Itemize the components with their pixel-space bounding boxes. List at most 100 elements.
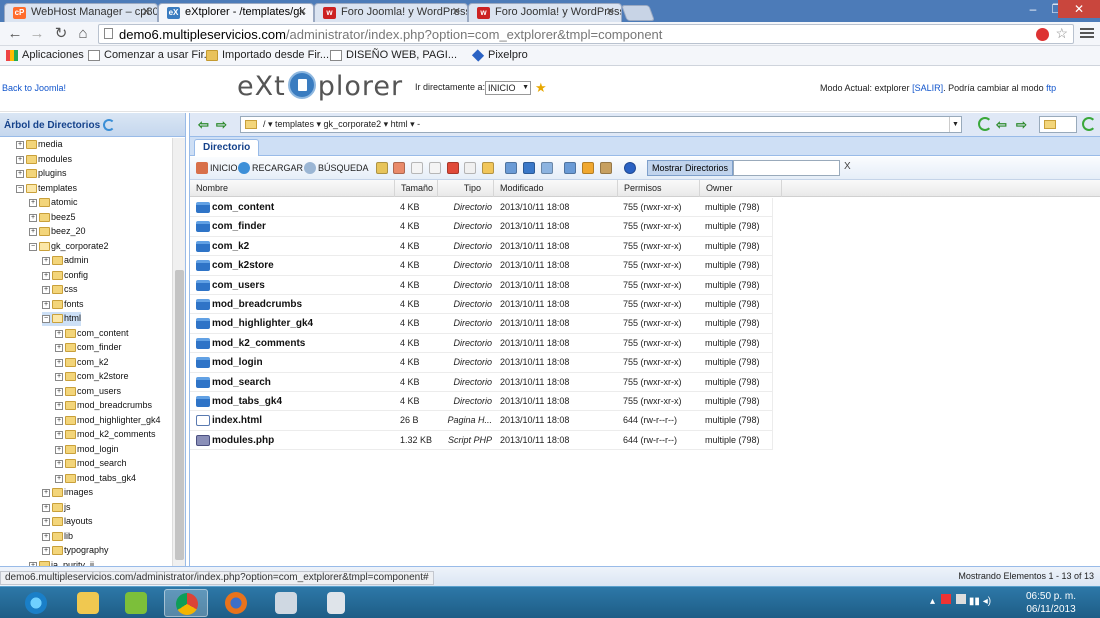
download-icon[interactable]: [523, 162, 535, 174]
tree-node-com-users[interactable]: + com_users: [55, 385, 121, 399]
tree-node-mod-login[interactable]: + mod_login: [55, 443, 119, 457]
side-folder-combo[interactable]: [1039, 116, 1077, 133]
expand-icon[interactable]: +: [42, 532, 50, 541]
network-icon[interactable]: [264, 589, 308, 617]
bookmark-star-icon[interactable]: ☆: [1055, 25, 1068, 42]
scrollbar-thumb[interactable]: [175, 270, 184, 560]
signal-icon[interactable]: ▮▮: [969, 596, 980, 607]
show-directories-button[interactable]: Mostrar Directorios: [647, 160, 734, 176]
calculator-icon[interactable]: [314, 589, 358, 617]
system-tray[interactable]: ▴ ▮▮ ◂): [930, 594, 991, 607]
tree-scrollbar[interactable]: [172, 138, 185, 568]
expand-icon[interactable]: +: [42, 489, 50, 497]
transfer-icon[interactable]: [564, 162, 576, 174]
home-icon[interactable]: ⌂: [74, 25, 92, 43]
table-row[interactable]: mod_login 4 KB Directorio 2013/10/11 18:08 7…: [190, 353, 773, 373]
expand-icon[interactable]: +: [42, 503, 50, 512]
column-header-size[interactable]: Tamaño: [395, 180, 438, 197]
forward-arrow-icon[interactable]: →: [28, 25, 46, 43]
column-header-owner[interactable]: Owner: [700, 180, 782, 197]
column-header-name[interactable]: Nombre: [190, 180, 395, 197]
expand-icon[interactable]: +: [55, 387, 63, 396]
tree-node-css[interactable]: + css: [42, 283, 78, 297]
archive-icon[interactable]: [582, 162, 594, 174]
chrome-icon[interactable]: [164, 589, 208, 617]
tree-node-mod-highlighter-gk4[interactable]: + mod_highlighter_gk4: [55, 414, 161, 428]
collapse-icon[interactable]: −: [16, 184, 24, 193]
tree-node-fonts[interactable]: + fonts: [42, 298, 84, 312]
home-button[interactable]: INICIO: [196, 161, 238, 175]
move-icon[interactable]: [429, 162, 441, 174]
table-row[interactable]: mod_tabs_gk4 4 KB Directorio 2013/10/11 18:…: [190, 391, 773, 412]
help-icon[interactable]: [624, 162, 636, 174]
tree-node-beez5[interactable]: + beez5: [29, 211, 76, 225]
table-row[interactable]: mod_highlighter_gk4 4 KB Directorio 2013/10…: [190, 314, 773, 334]
chevron-down-icon[interactable]: ▼: [949, 117, 961, 132]
expand-icon[interactable]: +: [55, 402, 63, 410]
wordpad-icon[interactable]: [114, 589, 158, 617]
tree-node-config[interactable]: + config: [42, 269, 88, 283]
browser-tab-whm[interactable]: cP WebHost Manager – cp80 ✕: [4, 3, 158, 22]
address-bar[interactable]: demo6.multipleservicios.com/administrato…: [98, 24, 1074, 44]
extract-icon[interactable]: [600, 162, 612, 174]
tree-node-mod-k2-comments[interactable]: + mod_k2_comments: [55, 428, 156, 442]
goto-select[interactable]: INICIO ▼: [485, 81, 531, 95]
expand-icon[interactable]: +: [55, 358, 63, 367]
forward-green-arrow-icon[interactable]: ⇨: [216, 117, 227, 133]
expand-icon[interactable]: +: [55, 329, 63, 338]
view-icon[interactable]: [505, 162, 517, 174]
expand-icon[interactable]: +: [55, 373, 63, 381]
tree-node-layouts[interactable]: + layouts: [42, 515, 93, 529]
expand-icon[interactable]: +: [29, 213, 37, 222]
expand-icon[interactable]: +: [29, 199, 37, 207]
expand-icon[interactable]: +: [42, 286, 50, 294]
tree-node-mod-tabs-gk4[interactable]: + mod_tabs_gk4: [55, 472, 136, 486]
tree-node-com-finder[interactable]: + com_finder: [55, 341, 122, 355]
bookmark-comenzar[interactable]: Comenzar a usar Fir...: [88, 49, 213, 61]
tray-window-icon[interactable]: [956, 594, 967, 604]
taskbar-clock[interactable]: 06:50 p. m. 06/11/2013: [1026, 590, 1076, 616]
table-row[interactable]: modules.php 1.32 KB Script PHP 2013/10/11 1…: [190, 430, 773, 451]
tree-node-mod-search[interactable]: + mod_search: [55, 457, 127, 471]
back-green-arrow-icon[interactable]: ⇦: [996, 117, 1007, 133]
reload-button[interactable]: RECARGAR: [238, 161, 303, 175]
expand-icon[interactable]: +: [16, 170, 24, 178]
tree-node-com-k2store[interactable]: + com_k2store: [55, 370, 129, 384]
delete-icon[interactable]: [447, 162, 459, 174]
ftp-mode-link[interactable]: ftp: [1046, 83, 1056, 93]
edit-icon[interactable]: [393, 162, 405, 174]
tree-node-plugins[interactable]: + plugins: [16, 167, 67, 181]
expand-icon[interactable]: +: [55, 416, 63, 425]
refresh-tree-icon[interactable]: [103, 119, 116, 131]
expand-icon[interactable]: +: [16, 155, 24, 164]
table-row[interactable]: com_k2store 4 KB Directorio 2013/10/11 18:0…: [190, 256, 773, 276]
table-row[interactable]: mod_breadcrumbs 4 KB Directorio 2013/10/11 …: [190, 294, 773, 315]
bookmark-pixelpro[interactable]: Pixelpro: [471, 49, 528, 62]
table-row[interactable]: com_content 4 KB Directorio 2013/10/11 18:0…: [190, 198, 773, 218]
logout-link[interactable]: [SALIR]: [912, 83, 943, 93]
expand-icon[interactable]: +: [42, 300, 50, 309]
browser-tab-foro-2[interactable]: w Foro Joomla! y WordPress ✕: [468, 3, 622, 22]
expand-icon[interactable]: +: [55, 344, 63, 352]
column-header-type[interactable]: Tipo: [438, 180, 494, 197]
bookmark-importado[interactable]: Importado desde Fir...: [206, 49, 329, 61]
tree-node-typography[interactable]: + typography: [42, 544, 109, 558]
close-tab-icon[interactable]: ✕: [606, 4, 615, 21]
copy-icon[interactable]: [411, 162, 423, 174]
tree-node-modules[interactable]: + modules: [16, 153, 72, 167]
tree-node-gk-corporate2[interactable]: − gk_corporate2: [29, 240, 109, 254]
close-tab-icon[interactable]: ✕: [298, 4, 307, 21]
favorite-star-icon[interactable]: ★: [535, 80, 547, 96]
tree-node-html[interactable]: − html: [42, 312, 82, 326]
tree-node-lib[interactable]: + lib: [42, 530, 73, 544]
collapse-icon[interactable]: −: [42, 315, 50, 323]
forward-green-arrow-icon[interactable]: ⇨: [1016, 117, 1027, 133]
back-arrow-icon[interactable]: ←: [6, 25, 24, 43]
expand-icon[interactable]: +: [55, 445, 63, 454]
rename-icon[interactable]: [464, 162, 476, 174]
path-combo[interactable]: / ▾ templates ▾ gk_corporate2 ▾ html ▾ -…: [240, 116, 962, 133]
expand-icon[interactable]: +: [42, 257, 50, 265]
column-header-modified[interactable]: Modificado: [494, 180, 618, 197]
expand-icon[interactable]: +: [55, 460, 63, 468]
tree-node-com-content[interactable]: + com_content: [55, 327, 129, 341]
